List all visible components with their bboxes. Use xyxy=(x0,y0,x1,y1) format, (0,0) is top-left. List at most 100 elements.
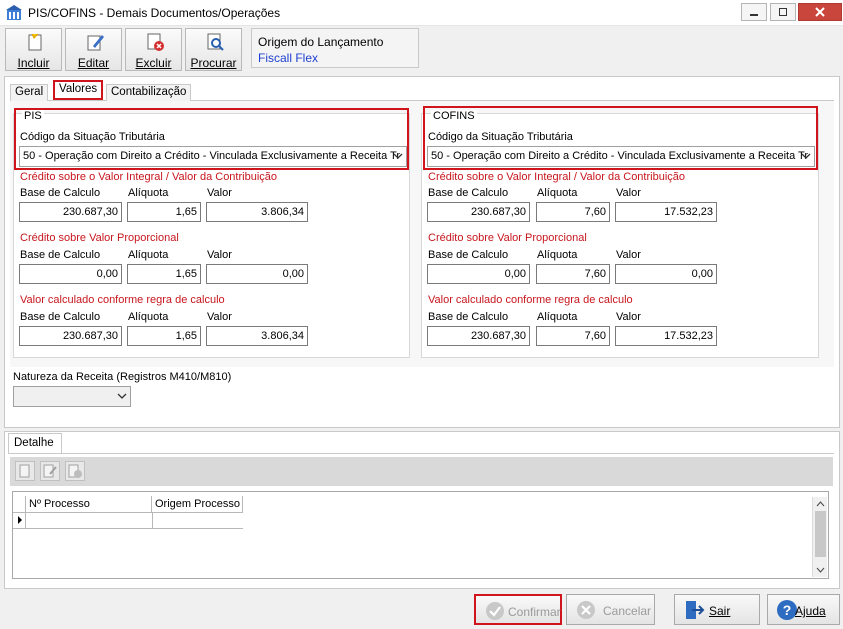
detalhe-delete-button[interactable] xyxy=(65,461,85,481)
cofins-sec2-title: Crédito sobre Valor Proporcional xyxy=(428,232,587,244)
app-icon xyxy=(6,5,22,20)
cofins-base-input[interactable]: 0,00 xyxy=(427,264,530,284)
detalhe-toolbar xyxy=(10,457,833,486)
cofins-cst-value: 50 - Operação com Direito a Crédito - Vi… xyxy=(431,150,809,162)
row-indicator xyxy=(13,513,26,529)
cofins-aliq-input[interactable]: 7,60 xyxy=(536,202,610,222)
detalhe-edit-button[interactable] xyxy=(40,461,60,481)
pis-aliq-input[interactable]: 1,65 xyxy=(127,326,201,346)
cofins-base-label: Base de Calculo xyxy=(428,249,509,261)
cancelar-button[interactable]: Cancelar xyxy=(566,594,655,625)
pis-base-label: Base de Calculo xyxy=(20,249,101,261)
incluir-button[interactable]: Incluir xyxy=(5,28,62,71)
new-document-icon xyxy=(28,33,42,51)
delete-document-icon xyxy=(68,464,82,478)
edit-document-icon xyxy=(43,464,57,478)
scrollbar-arrows-icon xyxy=(815,501,826,573)
cofins-base-label: Base de Calculo xyxy=(428,187,509,199)
maximize-button[interactable] xyxy=(770,3,796,21)
cofins-sec1-title: Crédito sobre o Valor Integral / Valor d… xyxy=(428,171,686,183)
chevron-down-icon xyxy=(117,393,127,399)
new-document-icon xyxy=(19,464,30,478)
cofins-valor-input[interactable]: 17.532,23 xyxy=(615,326,717,346)
cofins-aliq-label: Alíquota xyxy=(537,311,578,323)
procurar-button[interactable]: Procurar xyxy=(185,28,242,71)
current-row-icon xyxy=(18,516,22,524)
cofins-valor-input[interactable]: 0,00 xyxy=(615,264,717,284)
chevron-down-icon xyxy=(393,153,403,159)
check-circle-icon xyxy=(486,602,504,620)
origem-label: Origem do Lançamento xyxy=(258,35,384,49)
cofins-cst-select[interactable]: 50 - Operação com Direito a Crédito - Vi… xyxy=(427,146,815,167)
close-button[interactable] xyxy=(798,3,842,21)
pis-base-input[interactable]: 0,00 xyxy=(19,264,122,284)
pis-sec1-title: Crédito sobre o Valor Integral / Valor d… xyxy=(20,171,278,183)
cofins-base-input[interactable]: 230.687,30 xyxy=(427,326,530,346)
ajuda-button[interactable]: ? Ajuda xyxy=(767,594,840,625)
confirmar-button[interactable]: Confirmar xyxy=(474,594,562,625)
grid-col-divider xyxy=(152,513,153,529)
cofins-aliq-input[interactable]: 7,60 xyxy=(536,264,610,284)
cofins-valor-label: Valor xyxy=(616,187,641,199)
pis-cst-value: 50 - Operação com Direito a Crédito - Vi… xyxy=(23,150,401,162)
pis-base-label: Base de Calculo xyxy=(20,187,101,199)
pis-base-input[interactable]: 230.687,30 xyxy=(19,202,122,222)
detalhe-divider xyxy=(8,453,834,454)
svg-text:?: ? xyxy=(783,602,792,618)
pis-valor-label: Valor xyxy=(207,187,232,199)
detalhe-add-button[interactable] xyxy=(15,461,35,481)
cofins-aliq-input[interactable]: 7,60 xyxy=(536,326,610,346)
natureza-label: Natureza da Receita (Registros M410/M810… xyxy=(13,371,232,383)
tab-detalhe[interactable]: Detalhe xyxy=(8,433,62,453)
edit-document-icon xyxy=(87,35,104,51)
excluir-button[interactable]: Excluir xyxy=(125,28,182,71)
cancel-circle-icon xyxy=(577,601,595,619)
minimize-icon xyxy=(750,14,758,16)
close-icon xyxy=(815,7,825,17)
window-title: PIS/COFINS - Demais Documentos/Operações xyxy=(28,6,281,20)
cofins-cst-label: Código da Situação Tributária xyxy=(428,131,573,143)
pis-valor-input[interactable]: 0,00 xyxy=(206,264,308,284)
grid-header-origem[interactable]: Origem Processo xyxy=(152,496,243,513)
pis-group-title: PIS xyxy=(22,110,44,122)
cofins-valor-input[interactable]: 17.532,23 xyxy=(615,202,717,222)
tab-contabilizacao[interactable]: Contabilização xyxy=(106,84,192,101)
sair-button[interactable]: Sair xyxy=(674,594,760,625)
pis-valor-input[interactable]: 3.806,34 xyxy=(206,202,308,222)
pis-valor-input[interactable]: 3.806,34 xyxy=(206,326,308,346)
pis-cst-select[interactable]: 50 - Operação com Direito a Crédito - Vi… xyxy=(19,146,407,167)
natureza-select[interactable] xyxy=(13,386,131,407)
delete-document-icon xyxy=(147,33,164,51)
cofins-base-input[interactable]: 230.687,30 xyxy=(427,202,530,222)
cofins-base-label: Base de Calculo xyxy=(428,311,509,323)
pis-valor-label: Valor xyxy=(207,249,232,261)
chevron-down-icon xyxy=(801,153,811,159)
vertical-scrollbar[interactable] xyxy=(812,497,827,577)
pis-aliq-input[interactable]: 1,65 xyxy=(127,202,201,222)
origem-value: Fiscall Flex xyxy=(258,51,319,65)
pis-base-input[interactable]: 230.687,30 xyxy=(19,326,122,346)
pis-sec2-title: Crédito sobre Valor Proporcional xyxy=(20,232,179,244)
cofins-aliq-label: Alíquota xyxy=(537,187,578,199)
editar-button[interactable]: Editar xyxy=(65,28,122,71)
pis-sec3-title: Valor calculado conforme regra de calcul… xyxy=(20,294,225,306)
grid-corner xyxy=(13,496,26,513)
minimize-button[interactable] xyxy=(741,3,767,21)
tab-geral[interactable]: Geral xyxy=(10,84,49,101)
cofins-valor-label: Valor xyxy=(616,249,641,261)
exit-door-icon xyxy=(686,601,705,619)
pis-aliq-input[interactable]: 1,65 xyxy=(127,264,201,284)
cofins-sec3-title: Valor calculado conforme regra de calcul… xyxy=(428,294,633,306)
origem-panel: Origem do Lançamento Fiscall Flex xyxy=(251,28,419,68)
grid-header-nprocesso[interactable]: Nº Processo xyxy=(26,496,152,513)
restore-icon xyxy=(779,8,787,16)
search-document-icon xyxy=(207,33,224,51)
cofins-aliq-label: Alíquota xyxy=(537,249,578,261)
pis-aliq-label: Alíquota xyxy=(128,311,169,323)
table-row[interactable] xyxy=(13,513,243,529)
cofins-valor-label: Valor xyxy=(616,311,641,323)
pis-valor-label: Valor xyxy=(207,311,232,323)
tab-valores[interactable]: Valores xyxy=(53,80,104,100)
pis-base-label: Base de Calculo xyxy=(20,311,101,323)
pis-aliq-label: Alíquota xyxy=(128,187,169,199)
